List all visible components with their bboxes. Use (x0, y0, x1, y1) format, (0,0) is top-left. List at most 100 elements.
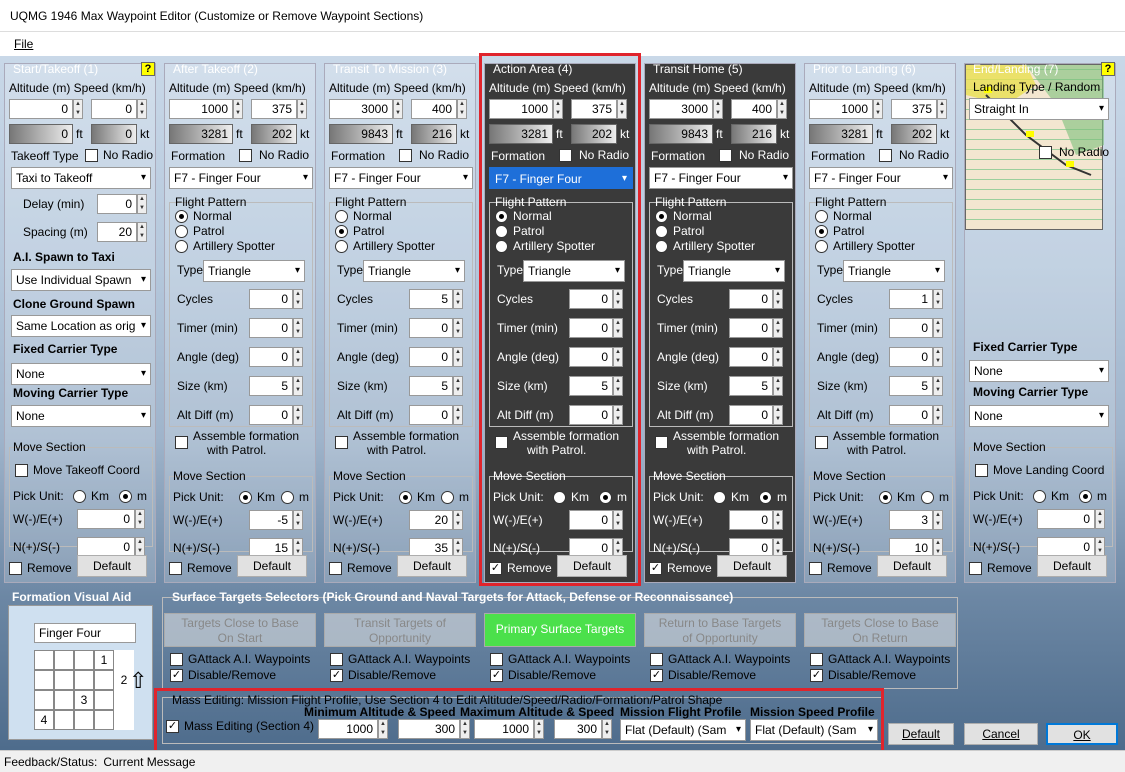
unit-km-radio[interactable] (239, 491, 252, 504)
menu-file[interactable]: File (14, 37, 33, 51)
altitude-input-spinner[interactable]: ▲ ▼ (873, 99, 883, 119)
speed-input-spinner[interactable]: ▲ ▼ (297, 99, 307, 119)
gattack-checkbox[interactable] (490, 653, 503, 666)
size-input-spinner[interactable]: ▲ ▼ (933, 376, 943, 396)
we-input-spinner[interactable]: ▲ ▼ (135, 509, 145, 529)
cycles-input[interactable]: 0 (249, 289, 293, 309)
takeoff-type-dropdown[interactable]: Taxi to Takeoff (11, 167, 151, 189)
ok-button[interactable]: OK (1046, 723, 1118, 745)
remove-checkbox[interactable] (169, 562, 182, 575)
disable-remove-checkbox[interactable]: ✓ (170, 669, 183, 682)
ns-input-spinner[interactable]: ▲ ▼ (135, 537, 145, 557)
we-input-spinner[interactable]: ▲ ▼ (933, 510, 943, 530)
move-coord-checkbox[interactable] (15, 464, 28, 477)
timer-input[interactable]: 0 (409, 318, 453, 338)
remove-checkbox[interactable] (969, 562, 982, 575)
default-button[interactable]: Default (717, 555, 787, 577)
altitude-input[interactable]: 3000 (329, 99, 393, 119)
speed-input[interactable]: 400 (411, 99, 457, 119)
speed-input-spinner[interactable]: ▲ ▼ (137, 99, 147, 119)
delay-input-spinner[interactable]: ▲ ▼ (137, 194, 147, 214)
pattern-artillery-radio[interactable] (335, 240, 348, 253)
no-radio-checkbox[interactable] (719, 149, 732, 162)
assemble-checkbox[interactable] (655, 436, 668, 449)
remove-checkbox[interactable] (809, 562, 822, 575)
surface-target-button-5[interactable]: Targets Close to Base On Return (804, 613, 956, 647)
unit-m-radio[interactable] (119, 490, 132, 503)
surface-target-button-1[interactable]: Targets Close to Base On Start (164, 613, 316, 647)
altitude-input-spinner[interactable]: ▲ ▼ (73, 99, 83, 119)
pattern-artillery-radio[interactable] (815, 240, 828, 253)
surface-target-button-3[interactable]: Primary Surface Targets (484, 613, 636, 647)
altdiff-input-spinner[interactable]: ▲ ▼ (453, 405, 463, 425)
default-button[interactable]: Default (397, 555, 467, 577)
help-icon[interactable]: ? (1101, 62, 1115, 76)
unit-km-radio[interactable] (1033, 490, 1046, 503)
altdiff-input-spinner[interactable]: ▲ ▼ (293, 405, 303, 425)
size-input-spinner[interactable]: ▲ ▼ (293, 376, 303, 396)
altitude-input[interactable]: 1000 (809, 99, 873, 119)
moving-carrier-dropdown[interactable]: None (11, 405, 151, 427)
default-button[interactable]: Default (237, 555, 307, 577)
we-input-spinner[interactable]: ▲ ▼ (773, 510, 783, 530)
timer-input-spinner[interactable]: ▲ ▼ (453, 318, 463, 338)
we-input-spinner[interactable]: ▲ ▼ (453, 510, 463, 530)
altdiff-input-spinner[interactable]: ▲ ▼ (933, 405, 943, 425)
speed-input[interactable]: 0 (91, 99, 137, 119)
size-input-spinner[interactable]: ▲ ▼ (773, 376, 783, 396)
cycles-input[interactable]: 5 (409, 289, 453, 309)
pattern-patrol-radio[interactable] (655, 225, 668, 238)
default-button[interactable]: Default (77, 555, 147, 577)
speed-input-spinner[interactable]: ▲ ▼ (937, 99, 947, 119)
we-input[interactable]: -5 (249, 510, 293, 530)
we-input[interactable]: 3 (889, 510, 933, 530)
unit-km-radio[interactable] (713, 491, 726, 504)
formation-dropdown[interactable]: F7 - Finger Four (649, 167, 793, 189)
moving-carrier-dropdown[interactable]: None (969, 405, 1109, 427)
disable-remove-checkbox[interactable]: ✓ (490, 669, 503, 682)
angle-input-spinner[interactable]: ▲ ▼ (293, 347, 303, 367)
footer-default-button[interactable]: Default (888, 723, 954, 745)
cancel-button[interactable]: Cancel (964, 723, 1038, 745)
size-input[interactable]: 5 (249, 376, 293, 396)
pattern-type-dropdown[interactable]: Triangle (363, 260, 465, 282)
cycles-input[interactable]: 1 (889, 289, 933, 309)
timer-input[interactable]: 0 (889, 318, 933, 338)
pattern-type-dropdown[interactable]: Triangle (683, 260, 785, 282)
pattern-type-dropdown[interactable]: Triangle (843, 260, 945, 282)
formation-dropdown[interactable]: F7 - Finger Four (169, 167, 313, 189)
cycles-input-spinner[interactable]: ▲ ▼ (453, 289, 463, 309)
timer-input[interactable]: 0 (249, 318, 293, 338)
size-input[interactable]: 5 (409, 376, 453, 396)
gattack-checkbox[interactable] (650, 653, 663, 666)
landing-type-dropdown[interactable]: Straight In (969, 98, 1109, 120)
altdiff-input[interactable]: 0 (249, 405, 293, 425)
assemble-checkbox[interactable] (815, 436, 828, 449)
timer-input[interactable]: 0 (729, 318, 773, 338)
surface-target-button-4[interactable]: Return to Base Targets of Opportunity (644, 613, 796, 647)
altdiff-input[interactable]: 0 (729, 405, 773, 425)
formation-dropdown[interactable]: F7 - Finger Four (809, 167, 953, 189)
we-input-spinner[interactable]: ▲ ▼ (1095, 509, 1105, 529)
ai-spawn-dropdown[interactable]: Use Individual Spawn (11, 269, 151, 291)
no-radio-checkbox[interactable] (239, 149, 252, 162)
ns-input-spinner[interactable]: ▲ ▼ (1095, 537, 1105, 557)
ns-input[interactable]: 0 (77, 537, 135, 557)
we-input[interactable]: 20 (409, 510, 453, 530)
fixed-carrier-dropdown[interactable]: None (969, 360, 1109, 382)
angle-input[interactable]: 0 (889, 347, 933, 367)
surface-target-button-2[interactable]: Transit Targets of Opportunity (324, 613, 476, 647)
disable-remove-checkbox[interactable]: ✓ (330, 669, 343, 682)
altdiff-input[interactable]: 0 (409, 405, 453, 425)
altitude-input[interactable]: 3000 (649, 99, 713, 119)
speed-input-spinner[interactable]: ▲ ▼ (777, 99, 787, 119)
pattern-patrol-radio[interactable] (335, 225, 348, 238)
altitude-input-spinner[interactable]: ▲ ▼ (393, 99, 403, 119)
formation-dropdown[interactable]: F7 - Finger Four (329, 167, 473, 189)
clone-ground-dropdown[interactable]: Same Location as orig (11, 315, 151, 337)
angle-input-spinner[interactable]: ▲ ▼ (453, 347, 463, 367)
remove-checkbox[interactable]: ✓ (649, 562, 662, 575)
altitude-input-spinner[interactable]: ▲ ▼ (713, 99, 723, 119)
unit-m-radio[interactable] (281, 491, 294, 504)
we-input-spinner[interactable]: ▲ ▼ (293, 510, 303, 530)
